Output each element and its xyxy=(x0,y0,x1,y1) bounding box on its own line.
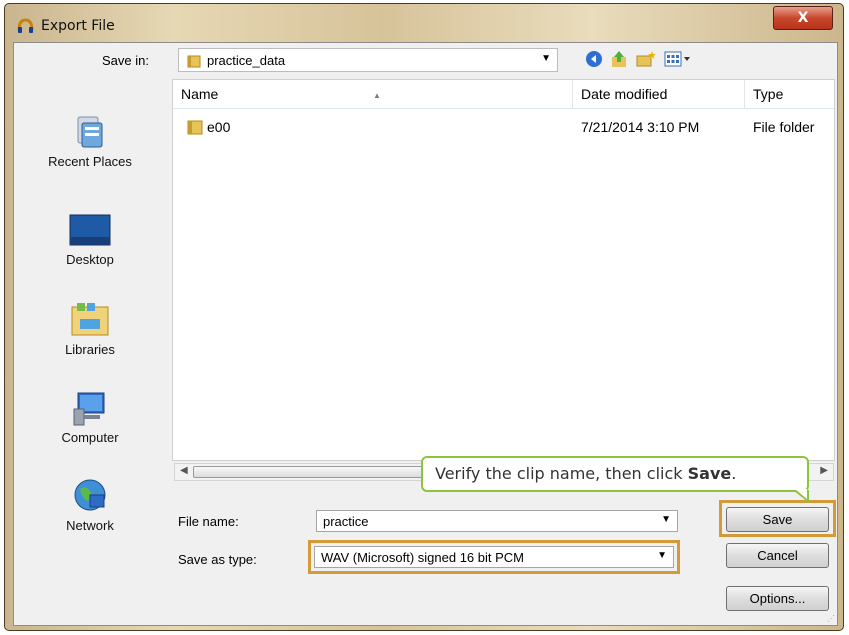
callout-end: . xyxy=(731,464,737,483)
place-libraries[interactable]: Libraries xyxy=(14,301,166,357)
column-header-type[interactable]: Type xyxy=(745,80,834,108)
place-recent-places[interactable]: Recent Places xyxy=(14,113,166,169)
file-name-cell: e00 xyxy=(207,119,231,135)
save-button[interactable]: Save xyxy=(726,507,829,532)
folder-icon xyxy=(187,120,203,135)
callout-pointer-fill xyxy=(795,489,807,499)
window-title: Export File xyxy=(41,18,115,34)
place-desktop[interactable]: Desktop xyxy=(14,211,166,267)
chevron-down-icon: ▼ xyxy=(541,53,551,64)
file-type-cell: File folder xyxy=(753,119,815,135)
save-in-label: Save in: xyxy=(102,53,149,68)
file-row[interactable]: e00 7/21/2014 3:10 PM File folder xyxy=(173,116,834,138)
libraries-icon xyxy=(71,303,109,336)
options-button[interactable]: Options... xyxy=(726,586,829,611)
chevron-down-icon[interactable]: ▼ xyxy=(661,514,671,525)
place-computer[interactable]: Computer xyxy=(14,389,166,445)
callout-bold-text: Save xyxy=(687,464,732,483)
save-in-value: practice_data xyxy=(207,53,286,68)
file-name-label: File name: xyxy=(178,514,239,529)
cancel-button[interactable]: Cancel xyxy=(726,543,829,568)
column-header-name[interactable]: Name ▲ xyxy=(173,80,573,108)
file-list[interactable]: Name ▲ Date modified Type e00 7/21/2014 … xyxy=(172,79,835,461)
back-arrow-icon[interactable] xyxy=(585,50,603,68)
dialog-body: Save in: practice_data ▼ Recent Places D… xyxy=(13,42,838,626)
resize-grip-icon[interactable]: ⋰ xyxy=(827,614,835,623)
scroll-left-icon[interactable]: ◀ xyxy=(180,465,188,476)
close-button[interactable]: X xyxy=(773,6,833,30)
computer-icon xyxy=(73,392,105,426)
callout-text: Verify the clip name, then click xyxy=(435,464,688,483)
place-label: Desktop xyxy=(66,252,114,267)
place-label: Recent Places xyxy=(48,154,132,169)
chevron-down-icon: ▼ xyxy=(657,550,667,561)
audacity-app-icon xyxy=(17,18,34,33)
view-menu-icon[interactable] xyxy=(664,50,692,68)
sort-up-icon: ▲ xyxy=(373,91,381,100)
up-folder-icon[interactable] xyxy=(610,50,628,68)
place-network[interactable]: Network xyxy=(14,477,166,533)
recent-places-icon xyxy=(77,116,103,148)
scroll-right-icon[interactable]: ▶ xyxy=(820,465,828,476)
save-as-type-value: WAV (Microsoft) signed 16 bit PCM xyxy=(321,550,524,565)
save-as-type-dropdown[interactable]: WAV (Microsoft) signed 16 bit PCM ▼ xyxy=(314,546,674,568)
instruction-callout: Verify the clip name, then click Save. xyxy=(421,456,809,503)
place-label: Computer xyxy=(61,430,119,445)
scrollbar-thumb[interactable] xyxy=(193,466,423,478)
place-label: Libraries xyxy=(65,342,115,357)
title-bar[interactable]: Export File X xyxy=(5,4,843,42)
places-bar: Recent Places Desktop Libraries Computer… xyxy=(14,79,166,625)
file-date-cell: 7/21/2014 3:10 PM xyxy=(581,119,700,135)
header-divider xyxy=(173,108,834,109)
file-name-value: practice xyxy=(323,514,369,529)
save-in-dropdown[interactable]: practice_data ▼ xyxy=(178,48,558,72)
place-label: Network xyxy=(66,518,114,533)
file-name-input[interactable]: practice ▼ xyxy=(316,510,678,532)
save-as-type-label: Save as type: xyxy=(178,552,257,567)
export-file-dialog: Export File X Save in: practice_data ▼ R… xyxy=(4,3,844,631)
desktop-icon xyxy=(69,214,111,246)
network-icon xyxy=(74,479,106,511)
folder-icon xyxy=(187,55,201,68)
new-folder-icon[interactable] xyxy=(636,50,656,68)
column-header-date-modified[interactable]: Date modified xyxy=(573,80,745,108)
